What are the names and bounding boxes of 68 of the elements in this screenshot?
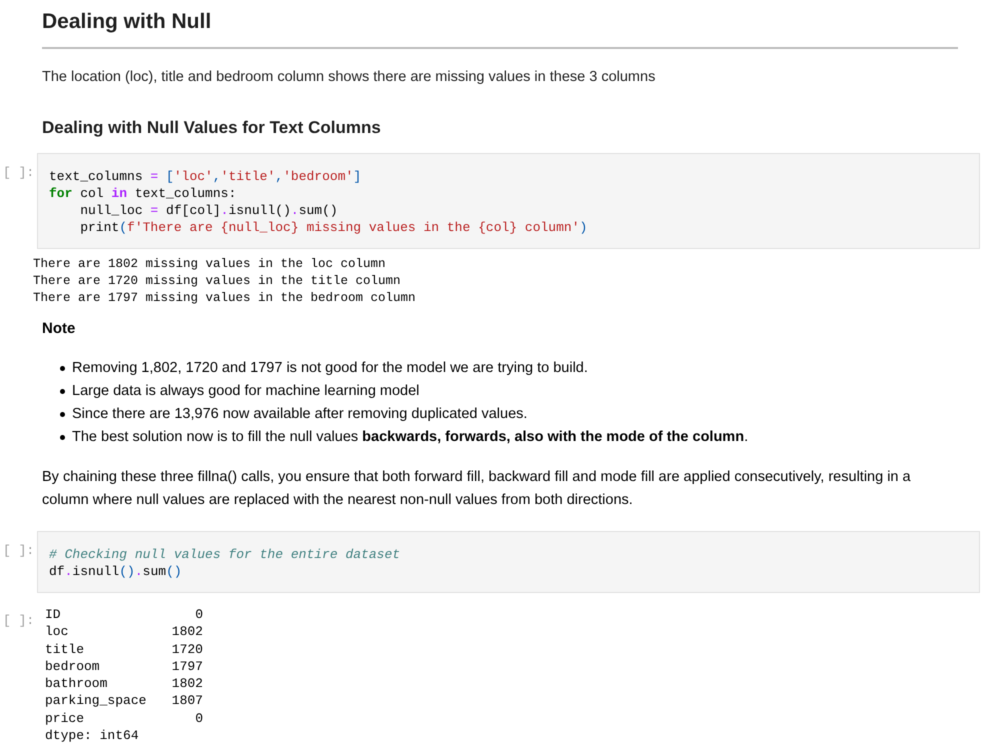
output-label: loc xyxy=(45,624,68,640)
output-value: 1720 xyxy=(172,640,203,658)
code-text: ) xyxy=(580,220,588,235)
bullet-text: Since there are 13,976 now available after removing duplicated values. xyxy=(72,405,528,424)
cell-prompt: [ ]: xyxy=(3,613,34,628)
code-text: col xyxy=(79,186,105,201)
bullet-icon xyxy=(60,366,65,371)
code-text: = xyxy=(150,203,158,218)
code-text: in xyxy=(111,186,128,201)
cell-prompt: [ ]: xyxy=(3,543,34,558)
bullet-icon xyxy=(60,389,65,394)
output-value: 0 xyxy=(195,606,203,624)
code-text: print xyxy=(79,220,120,235)
code-input-field[interactable]: text_columns = ['loc','title','bedroom'] for col in text_columns: null_loc = df[col].isnull().sum() print(f'There are {null_loc} missing values in the {col} column') xyxy=(37,153,980,249)
output-value: 1807 xyxy=(172,692,203,710)
code-text: . xyxy=(290,203,299,218)
code-text: , xyxy=(275,169,284,184)
output-label: bathroom xyxy=(45,676,108,691)
code-text: () xyxy=(119,564,135,579)
code-text: text_columns xyxy=(49,169,144,184)
output-label: price xyxy=(45,710,84,726)
code-text: () xyxy=(166,564,182,579)
output-label: bedroom xyxy=(45,658,100,674)
code-text: text_columns: xyxy=(134,186,236,201)
output-text: dtype: int64 xyxy=(45,728,139,743)
output-value: 0 xyxy=(195,710,203,727)
output-value: 1797 xyxy=(172,658,203,675)
code-text: 'bedroom' xyxy=(283,169,354,184)
section-heading: Dealing with Null xyxy=(42,9,212,35)
code-text: for xyxy=(49,186,72,201)
code-text: . xyxy=(64,564,72,579)
output-text: There are 1802 missing values in the loc column xyxy=(33,257,386,271)
code-text: null_loc xyxy=(79,203,144,218)
subsection-heading: Dealing with Null Values for Text Columns xyxy=(42,117,381,139)
output-label: parking_space xyxy=(45,693,146,708)
output-text: There are 1720 missing values in the title column xyxy=(33,274,401,288)
code-text: 'title' xyxy=(220,169,276,184)
code-text: df[col] xyxy=(165,203,221,218)
bullet-text: Removing 1,802, 1720 and 1797 is not good for the model we are trying to build. xyxy=(72,359,588,378)
intro-text: The location (loc), title and bedroom column shows there are missing values in these 3 columns xyxy=(42,68,656,87)
code-text: 'loc' xyxy=(174,169,213,184)
code-text: ] xyxy=(353,169,362,184)
code-text: sum() xyxy=(298,203,338,218)
bullet-text: The best solution now is to fill the null values backwards, forwards, also with the mode of the column. xyxy=(72,428,748,447)
output-text: There are 1797 missing values in the bedroom column xyxy=(33,291,416,305)
code-text: f'There are {null_loc} missing values in the {col} column' xyxy=(127,220,580,235)
cell-prompt: [ ]: xyxy=(3,165,34,180)
code-text: df xyxy=(49,564,65,579)
code-text: . xyxy=(220,203,228,218)
code-text: sum xyxy=(142,564,166,579)
output-value: 1802 xyxy=(172,675,203,692)
bullet-icon xyxy=(60,412,65,417)
code-text: , xyxy=(212,169,221,184)
bullet-icon xyxy=(60,435,65,440)
code-input-field[interactable]: # Checking null values for the entire dataset df.isnull().sum() xyxy=(37,531,980,593)
code-text: # Checking null values for the entire dataset xyxy=(49,547,400,562)
output-label: ID xyxy=(45,607,61,622)
code-text: isnull xyxy=(72,564,120,579)
code-text: . xyxy=(134,564,143,579)
explanation-text: By chaining these three fillna() calls, you ensure that both forward fill, backward fill and mode fill are applied consecutively, resulting in a column where null values are replaced with the nearest non-null values from both directions. xyxy=(42,468,912,510)
output-value: 1802 xyxy=(172,623,203,640)
code-text: [ xyxy=(165,169,174,184)
bullet-text: Large data is always good for machine learning model xyxy=(72,382,420,401)
code-text: ( xyxy=(119,220,128,235)
code-text: = xyxy=(150,169,158,184)
note-title: Note xyxy=(42,319,76,339)
code-text: isnull() xyxy=(228,203,291,218)
output-label: title xyxy=(45,642,84,656)
